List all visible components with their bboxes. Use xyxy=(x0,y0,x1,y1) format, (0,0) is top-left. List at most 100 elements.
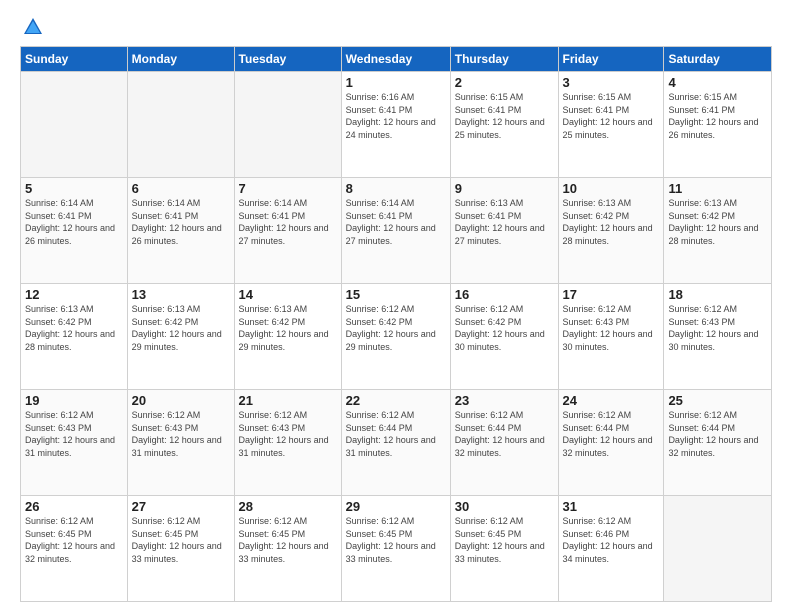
day-info: Sunrise: 6:12 AMSunset: 6:46 PMDaylight:… xyxy=(563,516,653,564)
day-number: 25 xyxy=(668,393,767,408)
day-number: 11 xyxy=(668,181,767,196)
day-info: Sunrise: 6:12 AMSunset: 6:45 PMDaylight:… xyxy=(132,516,222,564)
day-cell xyxy=(127,72,234,178)
day-info: Sunrise: 6:13 AMSunset: 6:41 PMDaylight:… xyxy=(455,198,545,246)
weekday-header-row: SundayMondayTuesdayWednesdayThursdayFrid… xyxy=(21,47,772,72)
day-cell: 16 Sunrise: 6:12 AMSunset: 6:42 PMDayligh… xyxy=(450,284,558,390)
day-number: 19 xyxy=(25,393,123,408)
day-cell: 13Sunrise: 6:13 AMSunset: 6:42 PMDayligh… xyxy=(127,284,234,390)
weekday-wednesday: Wednesday xyxy=(341,47,450,72)
day-info: Sunrise: 6:12 AMSunset: 6:44 PMDaylight:… xyxy=(455,410,545,458)
day-info: Sunrise: 6:12 AMSunset: 6:45 PMDaylight:… xyxy=(25,516,115,564)
day-cell: 31 Sunrise: 6:12 AMSunset: 6:46 PMDayligh… xyxy=(558,496,664,602)
day-number: 5 xyxy=(25,181,123,196)
day-number: 3 xyxy=(563,75,660,90)
weekday-sunday: Sunday xyxy=(21,47,128,72)
week-row-5: 26 Sunrise: 6:12 AMSunset: 6:45 PMDayligh… xyxy=(21,496,772,602)
day-cell: 30 Sunrise: 6:12 AMSunset: 6:45 PMDayligh… xyxy=(450,496,558,602)
day-cell: 17 Sunrise: 6:12 AMSunset: 6:43 PMDayligh… xyxy=(558,284,664,390)
weekday-friday: Friday xyxy=(558,47,664,72)
day-number: 9 xyxy=(455,181,554,196)
day-cell xyxy=(664,496,772,602)
day-number: 15 xyxy=(346,287,446,302)
day-number: 10 xyxy=(563,181,660,196)
day-info: Sunrise: 6:12 AMSunset: 6:43 PMDaylight:… xyxy=(239,410,329,458)
day-cell: 15 Sunrise: 6:12 AMSunset: 6:42 PMDayligh… xyxy=(341,284,450,390)
week-row-3: 12 Sunrise: 6:13 AMSunset: 6:42 PMDayligh… xyxy=(21,284,772,390)
day-info: Sunrise: 6:12 AMSunset: 6:44 PMDaylight:… xyxy=(346,410,436,458)
day-cell: 29Sunrise: 6:12 AMSunset: 6:45 PMDayligh… xyxy=(341,496,450,602)
calendar-body: 1 Sunrise: 6:16 AMSunset: 6:41 PMDaylight… xyxy=(21,72,772,602)
day-number: 12 xyxy=(25,287,123,302)
day-cell: 28Sunrise: 6:12 AMSunset: 6:45 PMDayligh… xyxy=(234,496,341,602)
day-info: Sunrise: 6:12 AMSunset: 6:43 PMDaylight:… xyxy=(668,304,758,352)
day-number: 1 xyxy=(346,75,446,90)
day-info: Sunrise: 6:12 AMSunset: 6:44 PMDaylight:… xyxy=(563,410,653,458)
day-cell: 10 Sunrise: 6:13 AMSunset: 6:42 PMDayligh… xyxy=(558,178,664,284)
day-info: Sunrise: 6:15 AMSunset: 6:41 PMDaylight:… xyxy=(668,92,758,140)
calendar: SundayMondayTuesdayWednesdayThursdayFrid… xyxy=(20,46,772,602)
logo-icon xyxy=(22,16,44,38)
day-cell: 5 Sunrise: 6:14 AMSunset: 6:41 PMDaylight… xyxy=(21,178,128,284)
day-cell: 26 Sunrise: 6:12 AMSunset: 6:45 PMDayligh… xyxy=(21,496,128,602)
week-row-1: 1 Sunrise: 6:16 AMSunset: 6:41 PMDaylight… xyxy=(21,72,772,178)
day-cell: 18 Sunrise: 6:12 AMSunset: 6:43 PMDayligh… xyxy=(664,284,772,390)
day-info: Sunrise: 6:16 AMSunset: 6:41 PMDaylight:… xyxy=(346,92,436,140)
day-cell: 2 Sunrise: 6:15 AMSunset: 6:41 PMDaylight… xyxy=(450,72,558,178)
day-number: 30 xyxy=(455,499,554,514)
day-cell: 9 Sunrise: 6:13 AMSunset: 6:41 PMDaylight… xyxy=(450,178,558,284)
day-info: Sunrise: 6:13 AMSunset: 6:42 PMDaylight:… xyxy=(25,304,115,352)
day-number: 13 xyxy=(132,287,230,302)
day-cell: 1 Sunrise: 6:16 AMSunset: 6:41 PMDaylight… xyxy=(341,72,450,178)
day-cell xyxy=(21,72,128,178)
day-number: 2 xyxy=(455,75,554,90)
day-cell: 8Sunrise: 6:14 AMSunset: 6:41 PMDaylight… xyxy=(341,178,450,284)
day-info: Sunrise: 6:13 AMSunset: 6:42 PMDaylight:… xyxy=(563,198,653,246)
day-info: Sunrise: 6:15 AMSunset: 6:41 PMDaylight:… xyxy=(455,92,545,140)
day-cell: 19 Sunrise: 6:12 AMSunset: 6:43 PMDayligh… xyxy=(21,390,128,496)
day-info: Sunrise: 6:14 AMSunset: 6:41 PMDaylight:… xyxy=(132,198,222,246)
day-cell: 22 Sunrise: 6:12 AMSunset: 6:44 PMDayligh… xyxy=(341,390,450,496)
day-number: 26 xyxy=(25,499,123,514)
day-number: 28 xyxy=(239,499,337,514)
day-cell: 20 Sunrise: 6:12 AMSunset: 6:43 PMDayligh… xyxy=(127,390,234,496)
day-info: Sunrise: 6:12 AMSunset: 6:42 PMDaylight:… xyxy=(455,304,545,352)
day-info: Sunrise: 6:15 AMSunset: 6:41 PMDaylight:… xyxy=(563,92,653,140)
day-info: Sunrise: 6:12 AMSunset: 6:42 PMDaylight:… xyxy=(346,304,436,352)
logo xyxy=(20,16,44,38)
day-number: 31 xyxy=(563,499,660,514)
day-number: 20 xyxy=(132,393,230,408)
day-cell: 3 Sunrise: 6:15 AMSunset: 6:41 PMDaylight… xyxy=(558,72,664,178)
day-number: 16 xyxy=(455,287,554,302)
day-cell: 14Sunrise: 6:13 AMSunset: 6:42 PMDayligh… xyxy=(234,284,341,390)
day-number: 24 xyxy=(563,393,660,408)
weekday-saturday: Saturday xyxy=(664,47,772,72)
day-cell: 12 Sunrise: 6:13 AMSunset: 6:42 PMDayligh… xyxy=(21,284,128,390)
day-info: Sunrise: 6:12 AMSunset: 6:43 PMDaylight:… xyxy=(563,304,653,352)
day-number: 14 xyxy=(239,287,337,302)
weekday-monday: Monday xyxy=(127,47,234,72)
day-number: 18 xyxy=(668,287,767,302)
week-row-4: 19 Sunrise: 6:12 AMSunset: 6:43 PMDayligh… xyxy=(21,390,772,496)
day-info: Sunrise: 6:12 AMSunset: 6:44 PMDaylight:… xyxy=(668,410,758,458)
day-info: Sunrise: 6:12 AMSunset: 6:45 PMDaylight:… xyxy=(455,516,545,564)
day-cell: 4Sunrise: 6:15 AMSunset: 6:41 PMDaylight… xyxy=(664,72,772,178)
day-cell xyxy=(234,72,341,178)
day-info: Sunrise: 6:12 AMSunset: 6:43 PMDaylight:… xyxy=(25,410,115,458)
weekday-tuesday: Tuesday xyxy=(234,47,341,72)
day-number: 21 xyxy=(239,393,337,408)
page: SundayMondayTuesdayWednesdayThursdayFrid… xyxy=(0,0,792,612)
day-number: 22 xyxy=(346,393,446,408)
day-cell: 7 Sunrise: 6:14 AMSunset: 6:41 PMDaylight… xyxy=(234,178,341,284)
day-number: 23 xyxy=(455,393,554,408)
day-number: 8 xyxy=(346,181,446,196)
day-number: 7 xyxy=(239,181,337,196)
day-info: Sunrise: 6:12 AMSunset: 6:45 PMDaylight:… xyxy=(346,516,436,564)
day-info: Sunrise: 6:14 AMSunset: 6:41 PMDaylight:… xyxy=(239,198,329,246)
day-info: Sunrise: 6:14 AMSunset: 6:41 PMDaylight:… xyxy=(25,198,115,246)
day-cell: 27Sunrise: 6:12 AMSunset: 6:45 PMDayligh… xyxy=(127,496,234,602)
day-info: Sunrise: 6:12 AMSunset: 6:43 PMDaylight:… xyxy=(132,410,222,458)
day-number: 17 xyxy=(563,287,660,302)
header xyxy=(20,16,772,38)
day-info: Sunrise: 6:13 AMSunset: 6:42 PMDaylight:… xyxy=(668,198,758,246)
